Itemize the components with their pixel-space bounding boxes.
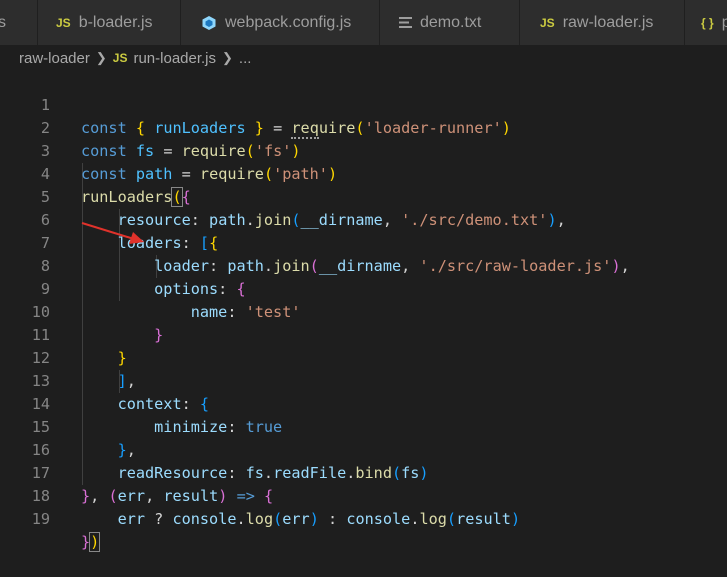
code-line: 5 resource: path.join(__dirname, './src/… bbox=[0, 163, 727, 229]
code-line: 11 } bbox=[0, 301, 727, 367]
code-line: 17 }, (err, result) => { bbox=[0, 439, 727, 505]
tab-b-loader[interactable]: JS b-loader.js bbox=[38, 0, 181, 45]
tab-bar: s JS b-loader.js webpack.config.js demo.… bbox=[0, 0, 727, 45]
code-line: 14 minimize: true bbox=[0, 370, 727, 436]
text-file-icon bbox=[399, 17, 412, 28]
tab-label: demo.txt bbox=[420, 13, 482, 31]
breadcrumb-more[interactable]: ... bbox=[239, 50, 252, 67]
json-file-icon: { } bbox=[701, 15, 714, 30]
code-line: 15 }, bbox=[0, 393, 727, 459]
js-file-icon: JS bbox=[112, 51, 128, 65]
breadcrumb: raw-loader ❯ JS run-loader.js ❯ ... bbox=[0, 45, 727, 71]
breadcrumb-folder[interactable]: raw-loader bbox=[19, 50, 90, 67]
tab-webpack-config[interactable]: webpack.config.js bbox=[181, 0, 380, 45]
code-line: 4 runLoaders({ bbox=[0, 140, 727, 207]
code-line: 10 } bbox=[0, 278, 727, 344]
webpack-icon bbox=[201, 15, 217, 31]
tab-label: p bbox=[722, 14, 727, 32]
code-text: err ? console.log(err) : console.log(res… bbox=[117, 510, 521, 528]
tab-raw-loader[interactable]: JS raw-loader.js bbox=[520, 0, 685, 45]
code-line: 2 const fs = require('fs') bbox=[0, 94, 727, 160]
code-line: 12 ], bbox=[0, 324, 727, 390]
code-editor[interactable]: 1 const { runLoaders } = require('loader… bbox=[0, 71, 727, 552]
tab-partial-right[interactable]: { } p bbox=[685, 0, 727, 45]
code-line: 6 loaders: [{ bbox=[0, 186, 727, 252]
chevron-right-icon: ❯ bbox=[95, 50, 107, 65]
tab-demo-txt[interactable]: demo.txt bbox=[380, 0, 520, 45]
code-line: 16 readResource: fs.readFile.bind(fs) bbox=[0, 416, 727, 482]
code-line: 9 name: 'test' bbox=[0, 255, 727, 321]
tab-label: webpack.config.js bbox=[225, 13, 352, 31]
js-file-icon: JS bbox=[56, 15, 71, 30]
code-line: 1 const { runLoaders } = require('loader… bbox=[0, 71, 727, 139]
code-line: 19 }) bbox=[0, 485, 727, 552]
chevron-right-icon: ❯ bbox=[222, 50, 233, 65]
line-number: 19 bbox=[31, 510, 50, 528]
js-file-icon: JS bbox=[540, 15, 555, 30]
tab-label: raw-loader.js bbox=[562, 13, 654, 31]
code-text: }) bbox=[81, 532, 101, 552]
code-line: 3 const path = require('path') bbox=[0, 117, 727, 183]
code-line: 13 context: { bbox=[0, 347, 727, 413]
tab-label: b-loader.js bbox=[78, 13, 153, 31]
arrow-annotation-icon bbox=[81, 222, 144, 244]
tab-label: s bbox=[0, 14, 6, 32]
code-line: 18 err ? console.log(err) : console.log(… bbox=[0, 462, 727, 528]
breadcrumb-file[interactable]: run-loader.js bbox=[133, 50, 216, 67]
tab-partial-left[interactable]: s bbox=[0, 0, 38, 45]
